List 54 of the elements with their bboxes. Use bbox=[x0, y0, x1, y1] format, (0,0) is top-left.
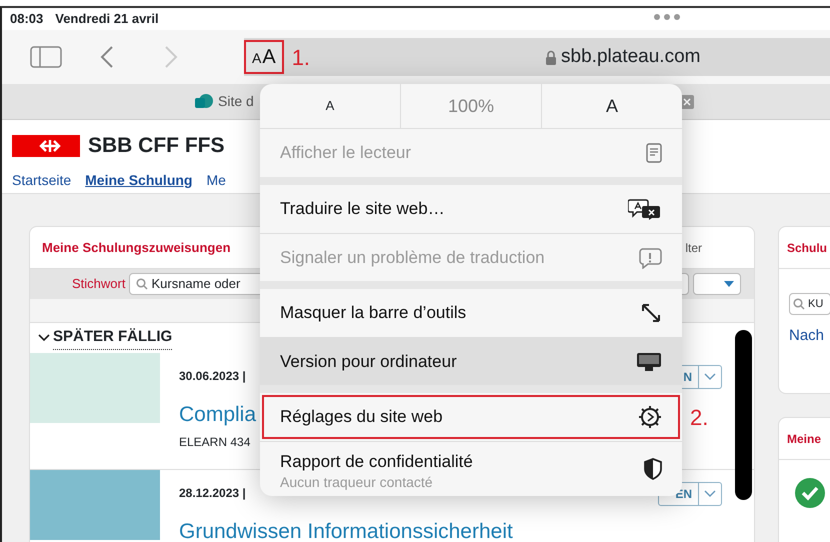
reader-icon bbox=[646, 143, 662, 163]
lock-icon bbox=[545, 50, 558, 64]
monitor-icon bbox=[636, 352, 662, 372]
search-icon bbox=[136, 278, 148, 290]
course-code: ELEARN 434 bbox=[179, 434, 252, 450]
chevron-down-icon bbox=[704, 373, 716, 381]
text-format-button[interactable]: AA bbox=[244, 40, 284, 74]
due-date: 30.06.2023 | bbox=[179, 368, 247, 385]
address-text[interactable]: sbb.plateau.com bbox=[561, 42, 700, 72]
resize-arrows-icon bbox=[640, 302, 662, 324]
menu-item[interactable]: Version pour ordinateur bbox=[260, 337, 682, 385]
shield-icon bbox=[644, 458, 662, 480]
chevron-down-icon bbox=[38, 334, 50, 342]
expand-button[interactable] bbox=[699, 365, 722, 389]
back-icon[interactable] bbox=[100, 45, 114, 69]
search-icon bbox=[793, 298, 805, 310]
gear-icon bbox=[638, 405, 662, 429]
scrollbar[interactable] bbox=[735, 330, 752, 500]
section-heading[interactable]: SPÄTER FÄLLIG bbox=[53, 326, 172, 350]
menu-item[interactable]: Traduire le site web… bbox=[260, 185, 682, 233]
card-title: Meine Schulungszuweisungen bbox=[42, 238, 231, 257]
brand-name: SBB CFF FFS bbox=[88, 133, 224, 159]
nav-link[interactable]: Me bbox=[206, 170, 226, 190]
zoom-level: 100% bbox=[448, 94, 494, 118]
decrease-text-button[interactable]: A bbox=[326, 96, 334, 116]
menu-item[interactable]: Masquer la barre d’outils bbox=[260, 289, 682, 337]
keyword-label: Stichwort bbox=[72, 275, 126, 294]
card-title: Meine bbox=[787, 430, 822, 448]
multitask-dots[interactable] bbox=[654, 14, 680, 20]
step-annotation: 1. bbox=[292, 44, 310, 72]
expand-button[interactable] bbox=[699, 482, 722, 506]
menu-item-subtitle: Aucun traqueur contacté bbox=[280, 474, 434, 489]
search-field[interactable]: KU bbox=[789, 293, 830, 315]
filter-label[interactable]: lter bbox=[685, 238, 702, 256]
translate-icon bbox=[628, 198, 662, 220]
status-date: Vendredi 21 avril bbox=[55, 10, 159, 28]
menu-item[interactable]: Réglages du site web bbox=[260, 393, 682, 441]
status-time: 08:03 bbox=[10, 10, 44, 28]
increase-text-button[interactable]: A bbox=[606, 92, 618, 120]
search-link[interactable]: Nach bbox=[789, 325, 824, 348]
checkmark-icon bbox=[795, 478, 825, 508]
nav-link[interactable]: Meine Schulung bbox=[85, 170, 192, 190]
chevron-down-icon bbox=[704, 490, 716, 498]
site-icon bbox=[194, 92, 214, 110]
tab-title[interactable]: Site d bbox=[218, 91, 254, 112]
nav-link[interactable]: Startseite bbox=[12, 170, 72, 190]
course-title[interactable]: Grundwissen Informationssicherheit bbox=[179, 516, 658, 542]
dropdown-field[interactable] bbox=[693, 273, 742, 295]
card-title: Schulu bbox=[787, 240, 828, 256]
sidebar-icon[interactable] bbox=[30, 46, 62, 68]
speech-bubble-alert-icon bbox=[638, 246, 662, 268]
rail-logo-icon bbox=[12, 134, 80, 157]
dropdown-caret-icon bbox=[724, 281, 734, 287]
step-annotation: 2. bbox=[690, 404, 708, 432]
